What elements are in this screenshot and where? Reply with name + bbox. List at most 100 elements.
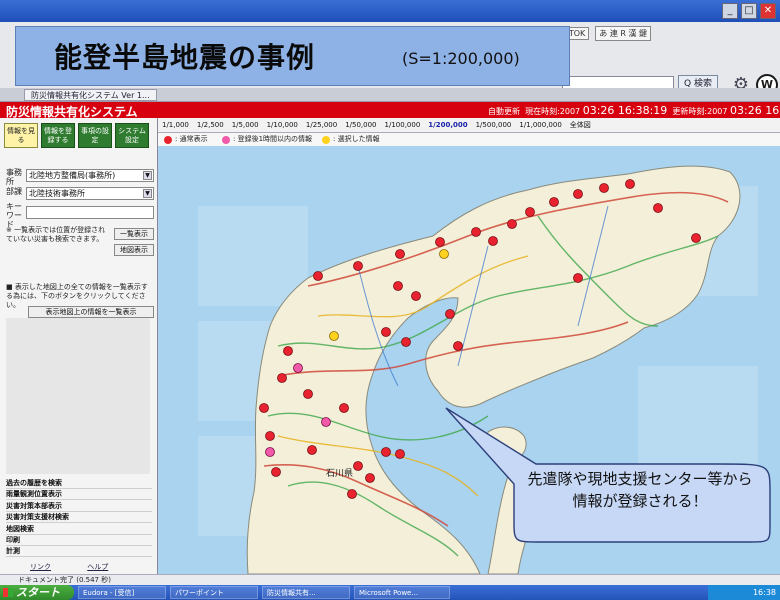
info-marker[interactable] — [265, 431, 275, 441]
scale-option[interactable]: 1/5,000 — [228, 118, 263, 132]
item-settings-button[interactable]: 事項の設定 — [78, 123, 112, 148]
header-times: 自動更新 現在時刻:2007 03:26 16:38:19 更新時刻:2007 … — [488, 104, 780, 117]
nav-buttons: 情報を見る 情報を登録する 事項の設定 システム設定 — [4, 123, 149, 148]
info-marker[interactable] — [353, 261, 363, 271]
info-marker[interactable] — [573, 189, 583, 199]
list-all-button[interactable]: 表示地図上の情報を一覧表示 — [28, 306, 154, 318]
info-marker[interactable] — [488, 236, 498, 246]
legend-recent: : 登録後1時間以内の情報 — [222, 133, 312, 146]
info-marker[interactable] — [549, 197, 559, 207]
taskbar-item[interactable]: パワーポイント — [170, 586, 258, 599]
info-marker[interactable] — [271, 467, 281, 477]
scale-option[interactable]: 1/2,500 — [193, 118, 228, 132]
start-button[interactable]: スタート — [0, 585, 74, 600]
scale-option[interactable]: 1/50,000 — [341, 118, 380, 132]
menu-map-search[interactable]: 地図検索 — [6, 524, 152, 535]
link-link[interactable]: リンク — [30, 563, 51, 571]
minimize-button[interactable]: _ — [722, 3, 738, 19]
auto-update-label[interactable]: 自動更新 — [488, 107, 520, 116]
view-info-button[interactable]: 情報を見る — [4, 123, 38, 148]
scale-option[interactable]: 1/100,000 — [381, 118, 425, 132]
keyword-label: キーワード — [6, 202, 22, 229]
info-marker[interactable] — [507, 219, 517, 229]
map-view[interactable]: 石川県 先遣隊や現地支援センター等から情報が登録される！ — [158, 146, 780, 574]
legend-recent-label: : 登録後1時間以内の情報 — [233, 135, 313, 143]
info-marker[interactable] — [381, 327, 391, 337]
info-marker-recent[interactable] — [293, 363, 303, 373]
panel-blank-area — [6, 318, 150, 474]
help-link[interactable]: ヘルプ — [87, 563, 108, 571]
info-marker[interactable] — [653, 203, 663, 213]
info-marker[interactable] — [307, 445, 317, 455]
info-marker[interactable] — [453, 341, 463, 351]
dept-select[interactable]: 北陸技術事務所 ▼ — [26, 187, 154, 200]
info-marker[interactable] — [277, 373, 287, 383]
info-marker[interactable] — [395, 449, 405, 459]
info-marker[interactable] — [365, 473, 375, 483]
register-info-button[interactable]: 情報を登録する — [41, 123, 75, 148]
browser-tabstrip: 防災情報共有化システム Ver 1... — [0, 88, 780, 102]
scale-option[interactable]: 1/25,000 — [302, 118, 341, 132]
chevron-down-icon: ▼ — [143, 189, 152, 198]
info-marker[interactable] — [525, 207, 535, 217]
maximize-button[interactable]: □ — [741, 3, 757, 19]
info-marker-selected[interactable] — [329, 331, 339, 341]
keyword-input[interactable] — [26, 206, 154, 219]
info-marker[interactable] — [691, 233, 701, 243]
legend-selected-label: : 選択した情報 — [333, 135, 380, 143]
info-marker[interactable] — [347, 489, 357, 499]
info-marker[interactable] — [339, 403, 349, 413]
info-marker[interactable] — [435, 237, 445, 247]
info-marker[interactable] — [313, 271, 323, 281]
status-bar: ドキュメント完了 (0.547 秒) — [0, 574, 780, 585]
office-select[interactable]: 北陸地方整備局(事務所) ▼ — [26, 169, 154, 182]
scale-option[interactable]: 1/1,000 — [158, 118, 193, 132]
info-marker-recent[interactable] — [265, 447, 275, 457]
info-marker[interactable] — [599, 183, 609, 193]
info-marker-selected[interactable] — [439, 249, 449, 259]
info-marker[interactable] — [303, 389, 313, 399]
close-button[interactable]: ✕ — [760, 3, 776, 19]
taskbar-item[interactable]: Eudora - [受信] — [78, 586, 166, 599]
info-marker[interactable] — [471, 227, 481, 237]
info-marker[interactable] — [625, 179, 635, 189]
info-marker[interactable] — [395, 249, 405, 259]
taskbar-item[interactable]: Microsoft Powe... — [354, 586, 450, 599]
info-marker-recent[interactable] — [321, 417, 331, 427]
info-marker[interactable] — [573, 273, 583, 283]
menu-print[interactable]: 印刷 — [6, 535, 152, 546]
office-select-value: 北陸地方整備局(事務所) — [29, 171, 116, 180]
browser-tab[interactable]: 防災情報共有化システム Ver 1... — [24, 89, 157, 101]
scale-option[interactable]: 1/500,000 — [472, 118, 516, 132]
scale-option[interactable]: 全体図 — [566, 118, 595, 132]
callout-text: 先遣隊や現地支援センター等から情報が登録される！ — [527, 470, 753, 510]
start-label: スタート — [16, 586, 60, 599]
scale-option[interactable]: 1/200,000 — [424, 118, 471, 132]
info-marker[interactable] — [283, 346, 293, 356]
current-time-label: 現在時刻:2007 — [525, 107, 581, 116]
menu-support-search[interactable]: 災害対策支援材検索 — [6, 512, 152, 523]
menu-history-search[interactable]: 過去の履歴を検索 — [6, 478, 152, 489]
map-view-button[interactable]: 地図表示 — [114, 244, 154, 256]
taskbar-item[interactable]: 防災情報共有... — [262, 586, 350, 599]
tray-clock[interactable]: 16:38 — [753, 588, 776, 597]
menu-rain-gauge[interactable]: 雨量観測位置表示 — [6, 489, 152, 500]
info-marker[interactable] — [381, 447, 391, 457]
system-settings-button[interactable]: システム設定 — [115, 123, 149, 148]
menu-hq-display[interactable]: 災害対策本部表示 — [6, 501, 152, 512]
info-marker[interactable] — [259, 403, 269, 413]
scale-option[interactable]: 1/10,000 — [263, 118, 302, 132]
menu-measure[interactable]: 計測 — [6, 546, 152, 557]
system-tray: 16:38 — [708, 585, 780, 600]
info-marker[interactable] — [401, 337, 411, 347]
slide-title-panel: 能登半島地震の事例 (S=1:200,000) — [15, 26, 570, 86]
info-marker[interactable] — [445, 309, 455, 319]
legend-normal-label: : 通常表示 — [175, 135, 208, 143]
info-marker[interactable] — [393, 281, 403, 291]
list-view-button[interactable]: 一覧表示 — [114, 228, 154, 240]
scale-option[interactable]: 1/1,000,000 — [515, 118, 565, 132]
prefecture-label: 石川県 — [326, 468, 353, 479]
info-marker[interactable] — [411, 291, 421, 301]
ime-mode-chip[interactable]: あ 連 R 漢 鍵 — [595, 26, 652, 41]
info-marker[interactable] — [353, 461, 363, 471]
